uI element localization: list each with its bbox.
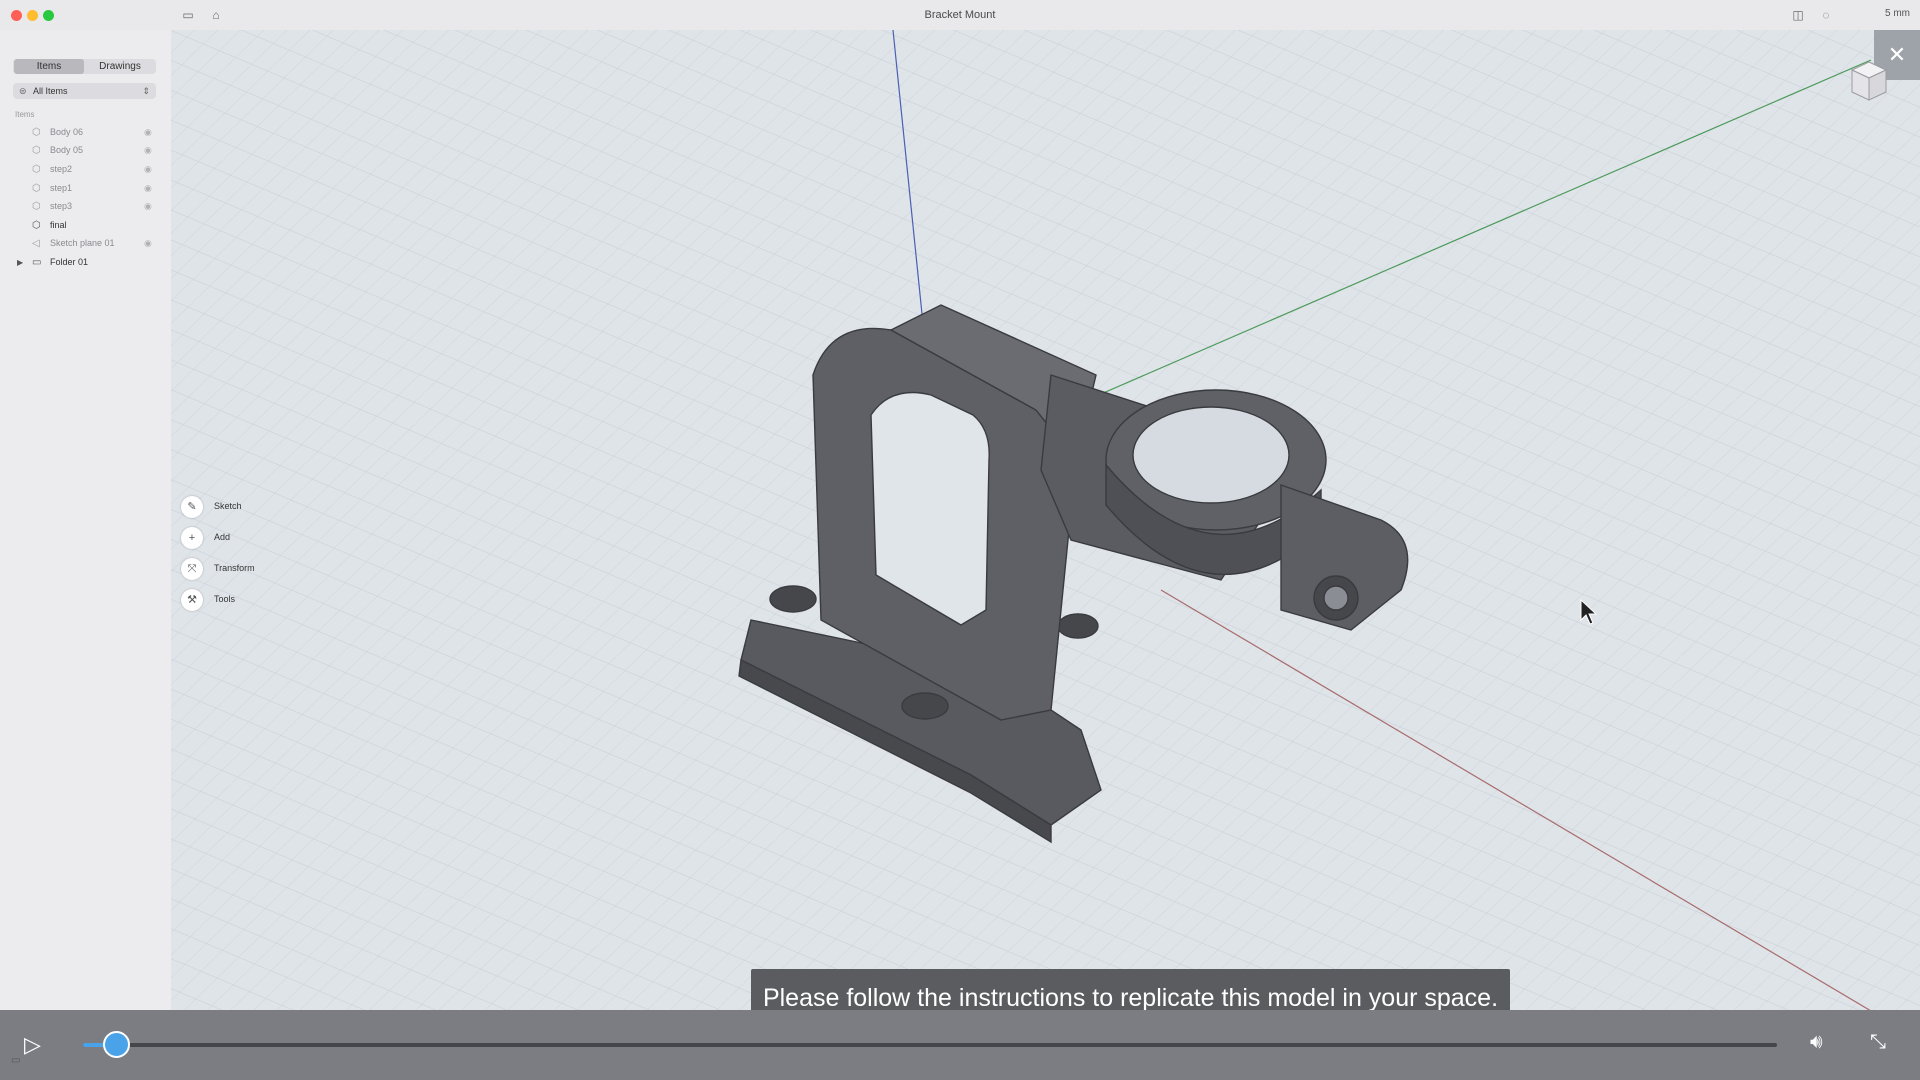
mouse-cursor-icon — [1580, 598, 1598, 625]
item-label: Body 05 — [50, 145, 84, 155]
visibility-icon[interactable]: ◉ — [144, 161, 152, 178]
disclosure-arrow-icon[interactable]: ▶ — [17, 254, 23, 271]
tab-items[interactable]: Items — [14, 59, 84, 74]
sidebar: Items Drawings ⊜ All Items ⇕ Items ⬡ Bod… — [0, 30, 172, 1010]
item-label: step2 — [50, 164, 73, 174]
volume-icon[interactable]: 🔊︎ — [1810, 1031, 1823, 1054]
unit-selector[interactable]: 5 mm — [1885, 8, 1910, 19]
item-label: Folder 01 — [50, 257, 89, 267]
body-icon: ⬡ — [32, 201, 41, 212]
visibility-icon[interactable]: ◉ — [144, 198, 152, 215]
items-drawings-segmented: Items Drawings — [13, 59, 156, 74]
filter-label: All Items — [33, 86, 68, 96]
item-label: step1 — [50, 183, 73, 193]
section-header: Items — [15, 110, 35, 119]
tool-label: Tools — [214, 594, 236, 604]
app-window: ▭ ⌂ Bracket Mount ◫ ◌ 5 mm Items Drawing… — [0, 0, 1920, 1080]
settings-icon[interactable]: ◌ — [1818, 7, 1834, 23]
item-label: final — [50, 220, 67, 230]
list-item[interactable]: ◁ Sketch plane 01 ◉ — [0, 235, 171, 252]
progress-handle[interactable] — [102, 1031, 130, 1058]
body-icon: ⬡ — [32, 164, 41, 175]
viewport-scene — [171, 30, 1920, 1010]
visibility-icon[interactable]: ◉ — [144, 124, 152, 141]
view-cube-icon[interactable] — [1846, 56, 1892, 108]
tool-label: Transform — [214, 563, 255, 573]
window-title: Bracket Mount — [924, 9, 996, 21]
subtitle-caption: Please follow the instructions to replic… — [751, 969, 1510, 1010]
list-item[interactable]: ▶ ▭ Folder 01 — [0, 254, 171, 271]
body-icon: ⬡ — [32, 220, 41, 231]
transform-icon: ⤧ — [181, 558, 203, 580]
exit-fullscreen-icon[interactable]: ⤡ — [1870, 1031, 1886, 1054]
folder-icon: ▭ — [32, 257, 42, 268]
3d-viewport[interactable]: ✕ ✎ Sketch + Add ⤧ Transform ⚒ Tools Ple… — [171, 30, 1920, 1010]
visibility-icon[interactable]: ◉ — [144, 142, 152, 159]
title-bar: ▭ ⌂ Bracket Mount ◫ ◌ 5 mm — [0, 0, 1920, 31]
list-item[interactable]: ⬡ final — [0, 217, 171, 234]
item-label: step3 — [50, 201, 73, 211]
list-item[interactable]: ⬡ step3 ◉ — [0, 198, 171, 215]
plus-icon: + — [181, 527, 203, 549]
item-label: Body 06 — [50, 127, 84, 137]
body-icon: ⬡ — [32, 127, 41, 138]
drive-icon[interactable]: ▭ — [11, 1055, 20, 1066]
body-icon: ⬡ — [32, 145, 41, 156]
sketch-plane-icon: ◁ — [32, 238, 40, 249]
list-item[interactable]: ⬡ step2 ◉ — [0, 161, 171, 178]
list-item[interactable]: ⬡ Body 06 ◉ — [0, 124, 171, 141]
play-icon[interactable]: ▷ — [24, 1032, 41, 1058]
pencil-icon: ✎ — [181, 496, 203, 518]
filter-dropdown[interactable]: ⊜ All Items ⇕ — [13, 83, 156, 99]
cube-icon[interactable]: ◫ — [1790, 7, 1806, 23]
item-label: Sketch plane 01 — [50, 238, 115, 248]
wrench-icon: ⚒ — [181, 589, 203, 611]
list-item[interactable]: ⬡ step1 ◉ — [0, 180, 171, 197]
filter-icon: ⊜ — [19, 86, 27, 96]
progress-track[interactable] — [83, 1031, 1777, 1058]
body-icon: ⬡ — [32, 183, 41, 194]
list-item[interactable]: ⬡ Body 05 ◉ — [0, 142, 171, 159]
visibility-icon[interactable]: ◉ — [144, 180, 152, 197]
chevron-updown-icon: ⇕ — [142, 86, 150, 96]
tab-drawings[interactable]: Drawings — [85, 59, 155, 74]
visibility-icon[interactable]: ◉ — [144, 235, 152, 252]
tool-label: Add — [214, 532, 231, 542]
tool-label: Sketch — [214, 501, 242, 511]
video-controls: ▷ 🔊︎ ⤡ — [0, 1010, 1920, 1080]
